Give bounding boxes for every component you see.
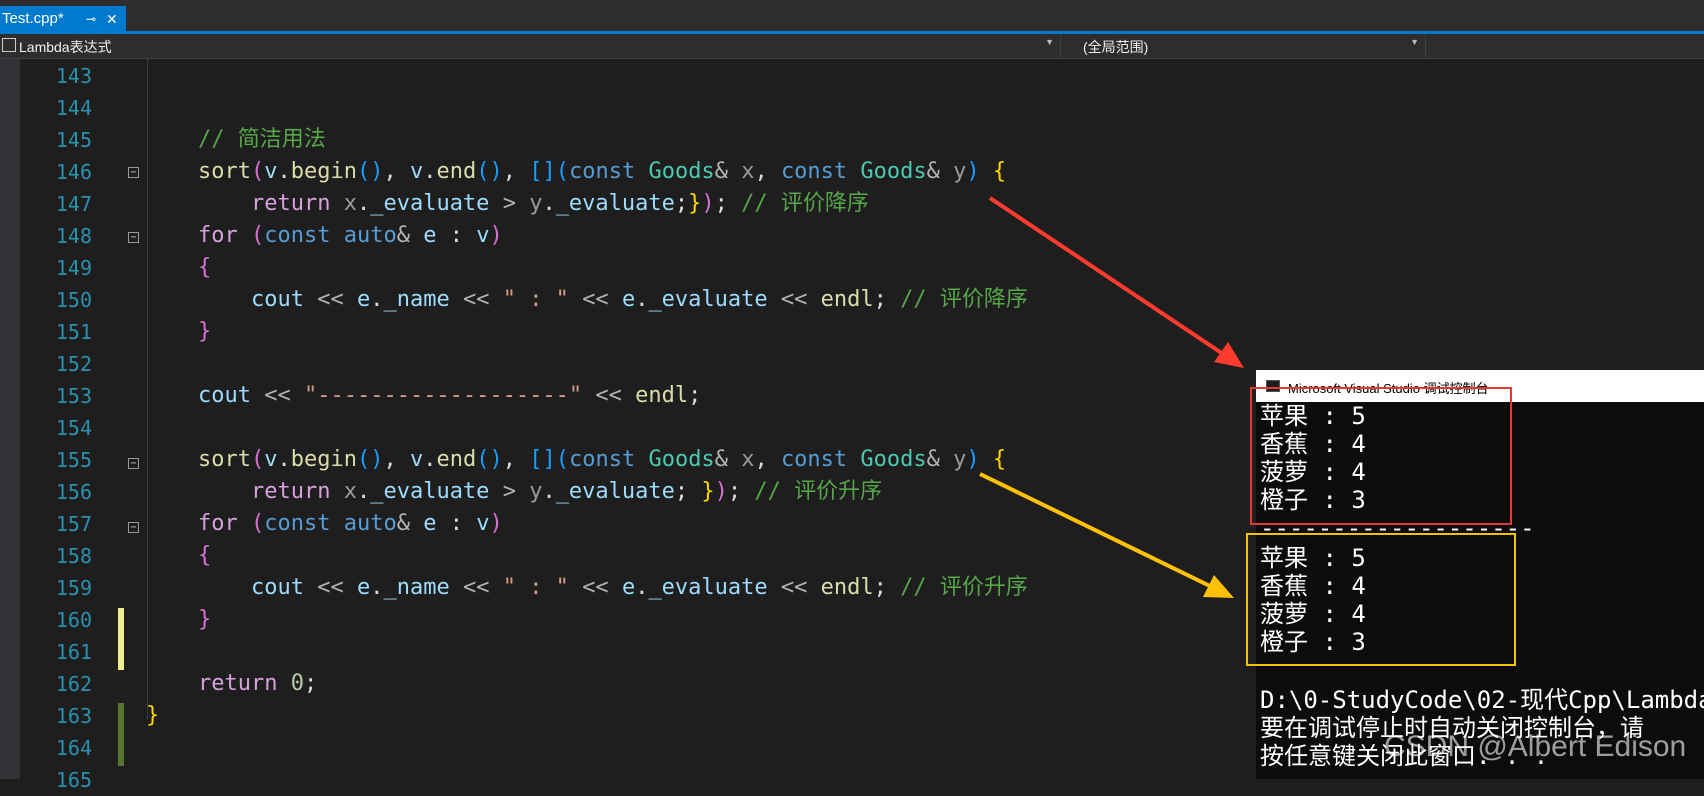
watermark: CSDN @Albert Edison [1384,730,1687,763]
annotation-arrows [979,196,1244,598]
yellow-arrow [979,472,1234,598]
red-arrow [988,196,1244,368]
